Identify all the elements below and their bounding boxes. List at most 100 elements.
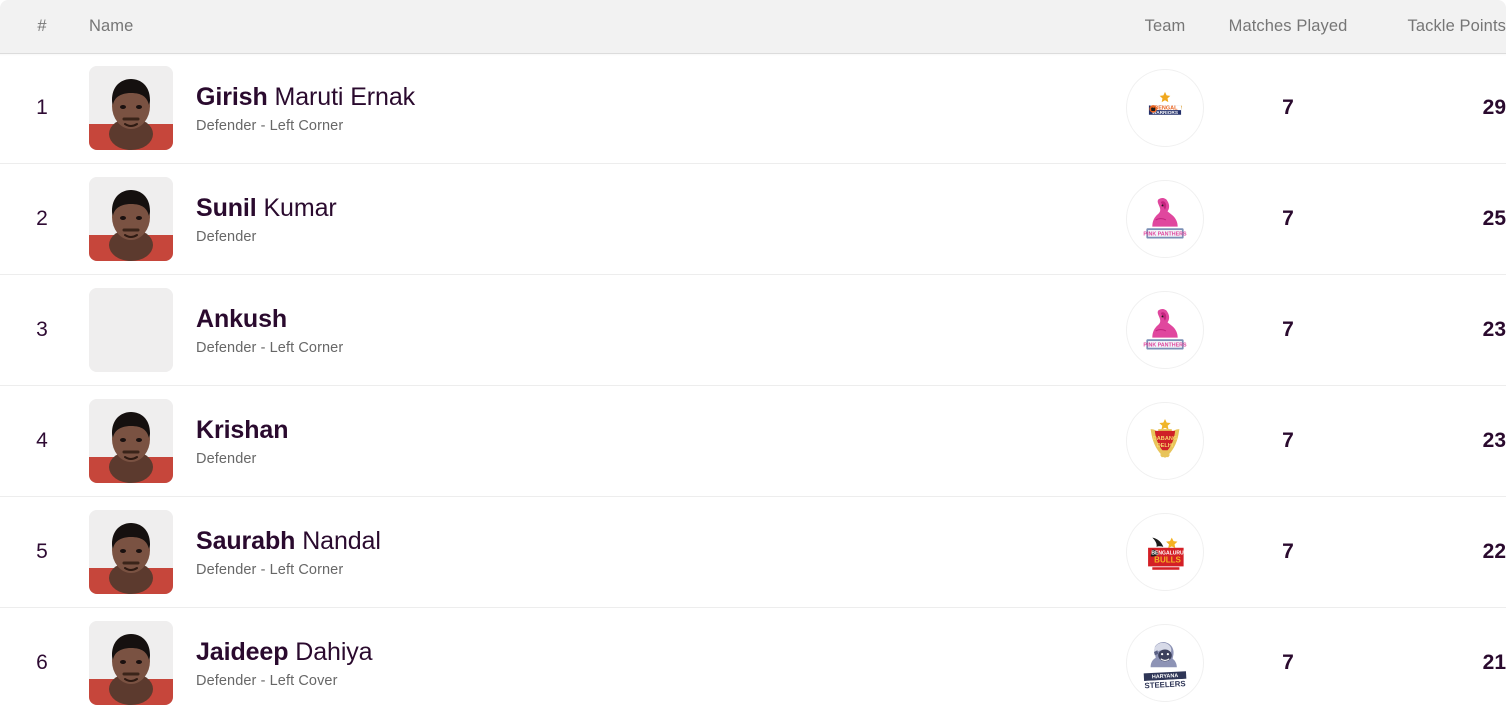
player-name: Ankush [196,305,343,334]
row-rank: 2 [0,207,84,231]
rank-value: 2 [36,207,48,230]
player-name: Krishan [196,416,288,445]
player-position: Defender - Left Corner [196,117,344,134]
column-header-name[interactable]: Name [84,17,1104,36]
haryana-steelers-logo [1126,624,1204,702]
row-tackle-points: 22 [1350,540,1506,564]
player-name: Jaideep Dahiya [196,638,373,667]
row-rank: 6 [0,651,84,675]
player-photo [89,399,173,483]
row-player[interactable]: Ankush Defender - Left Corner [84,288,1104,372]
player-photo [89,621,173,705]
player-photo [89,177,173,261]
matches-played-value: 7 [1282,429,1294,452]
matches-played-value: 7 [1282,207,1294,230]
row-matches-played: 7 [1226,429,1350,453]
row-matches-played: 7 [1226,96,1350,120]
row-tackle-points: 23 [1350,429,1506,453]
row-tackle-points: 29 [1350,96,1506,120]
row-tackle-points: 25 [1350,207,1506,231]
player-first-name: Ankush [196,304,288,333]
tackle-points-leaderboard-table: # Name Team Matches Played Tackle Points… [0,0,1506,714]
player-first-name: Jaideep [196,637,289,666]
row-team[interactable] [1104,402,1226,480]
rank-value: 6 [36,651,48,674]
table-row[interactable]: 4 Krishan Defender 7 23 [0,386,1506,497]
row-player[interactable]: Saurabh Nandal Defender - Left Corner [84,510,1104,594]
row-player[interactable]: Jaideep Dahiya Defender - Left Cover [84,621,1104,705]
column-header-tackle-points[interactable]: Tackle Points [1350,17,1506,36]
table-row[interactable]: 6 Jaideep Dahiya Defender - Left Cover 7 21 [0,608,1506,714]
row-matches-played: 7 [1226,540,1350,564]
matches-played-value: 7 [1282,318,1294,341]
player-first-name: Krishan [196,415,289,444]
bengaluru-bulls-logo [1126,513,1204,591]
table-row[interactable]: 5 Saurabh Nandal Defender - Left Corner 7 22 [0,497,1506,608]
player-last-name: Dahiya [295,637,373,666]
row-team[interactable] [1104,291,1226,369]
row-rank: 3 [0,318,84,342]
column-header-team[interactable]: Team [1104,17,1226,36]
player-photo [89,66,173,150]
player-last-name: Maruti Ernak [274,82,416,111]
player-name-block: Jaideep Dahiya Defender - Left Cover [196,638,373,689]
row-tackle-points: 21 [1350,651,1506,675]
tackle-points-value: 22 [1482,540,1506,563]
row-rank: 1 [0,96,84,120]
player-name-block: Ankush Defender - Left Corner [196,305,343,356]
player-first-name: Saurabh [196,526,296,555]
player-name-block: Saurabh Nandal Defender - Left Corner [196,527,381,578]
row-player[interactable]: Girish Maruti Ernak Defender - Left Corne… [84,66,1104,150]
tackle-points-value: 23 [1482,429,1506,452]
tackle-points-value: 21 [1482,651,1506,674]
row-team[interactable] [1104,624,1226,702]
matches-played-value: 7 [1282,96,1294,119]
column-header-rank[interactable]: # [0,17,84,36]
jaipur-pink-panthers-logo [1126,291,1204,369]
rank-value: 3 [36,318,48,341]
column-header-matches-played[interactable]: Matches Played [1226,17,1350,36]
player-last-name: Nandal [302,526,381,555]
player-photo [89,510,173,594]
player-name: Girish Maruti Ernak [196,83,415,112]
row-tackle-points: 23 [1350,318,1506,342]
player-name: Sunil Kumar [196,194,337,223]
row-rank: 4 [0,429,84,453]
row-matches-played: 7 [1226,207,1350,231]
jaipur-pink-panthers-logo [1126,180,1204,258]
player-name-block: Girish Maruti Ernak Defender - Left Corne… [196,83,415,134]
player-name: Saurabh Nandal [196,527,381,556]
player-first-name: Girish [196,82,268,111]
matches-played-value: 7 [1282,651,1294,674]
row-matches-played: 7 [1226,318,1350,342]
rank-value: 4 [36,429,48,452]
matches-played-value: 7 [1282,540,1294,563]
row-player[interactable]: Sunil Kumar Defender [84,177,1104,261]
player-position: Defender - Left Cover [196,672,338,689]
row-team[interactable] [1104,180,1226,258]
player-name-block: Sunil Kumar Defender [196,194,337,245]
player-position: Defender [196,450,257,467]
tackle-points-value: 23 [1482,318,1506,341]
table-row[interactable]: 2 Sunil Kumar Defender 7 25 [0,164,1506,275]
row-team[interactable] [1104,69,1226,147]
bengal-warriors-logo [1126,69,1204,147]
table-row[interactable]: 3 Ankush Defender - Left Corner 7 23 [0,275,1506,386]
tackle-points-value: 25 [1482,207,1506,230]
table-row[interactable]: 1 Girish Maruti Ernak Defender - Left Corn… [0,53,1506,164]
table-body: 1 Girish Maruti Ernak Defender - Left Corn… [0,53,1506,714]
player-position: Defender - Left Corner [196,561,344,578]
row-rank: 5 [0,540,84,564]
dabang-delhi-logo [1126,402,1204,480]
rank-value: 5 [36,540,48,563]
table-header-row: # Name Team Matches Played Tackle Points [0,0,1506,56]
player-first-name: Sunil [196,193,257,222]
player-photo [89,288,173,372]
rank-value: 1 [36,96,48,119]
player-last-name: Kumar [263,193,337,222]
row-matches-played: 7 [1226,651,1350,675]
player-name-block: Krishan Defender [196,416,288,467]
row-team[interactable] [1104,513,1226,591]
player-position: Defender [196,228,257,245]
row-player[interactable]: Krishan Defender [84,399,1104,483]
